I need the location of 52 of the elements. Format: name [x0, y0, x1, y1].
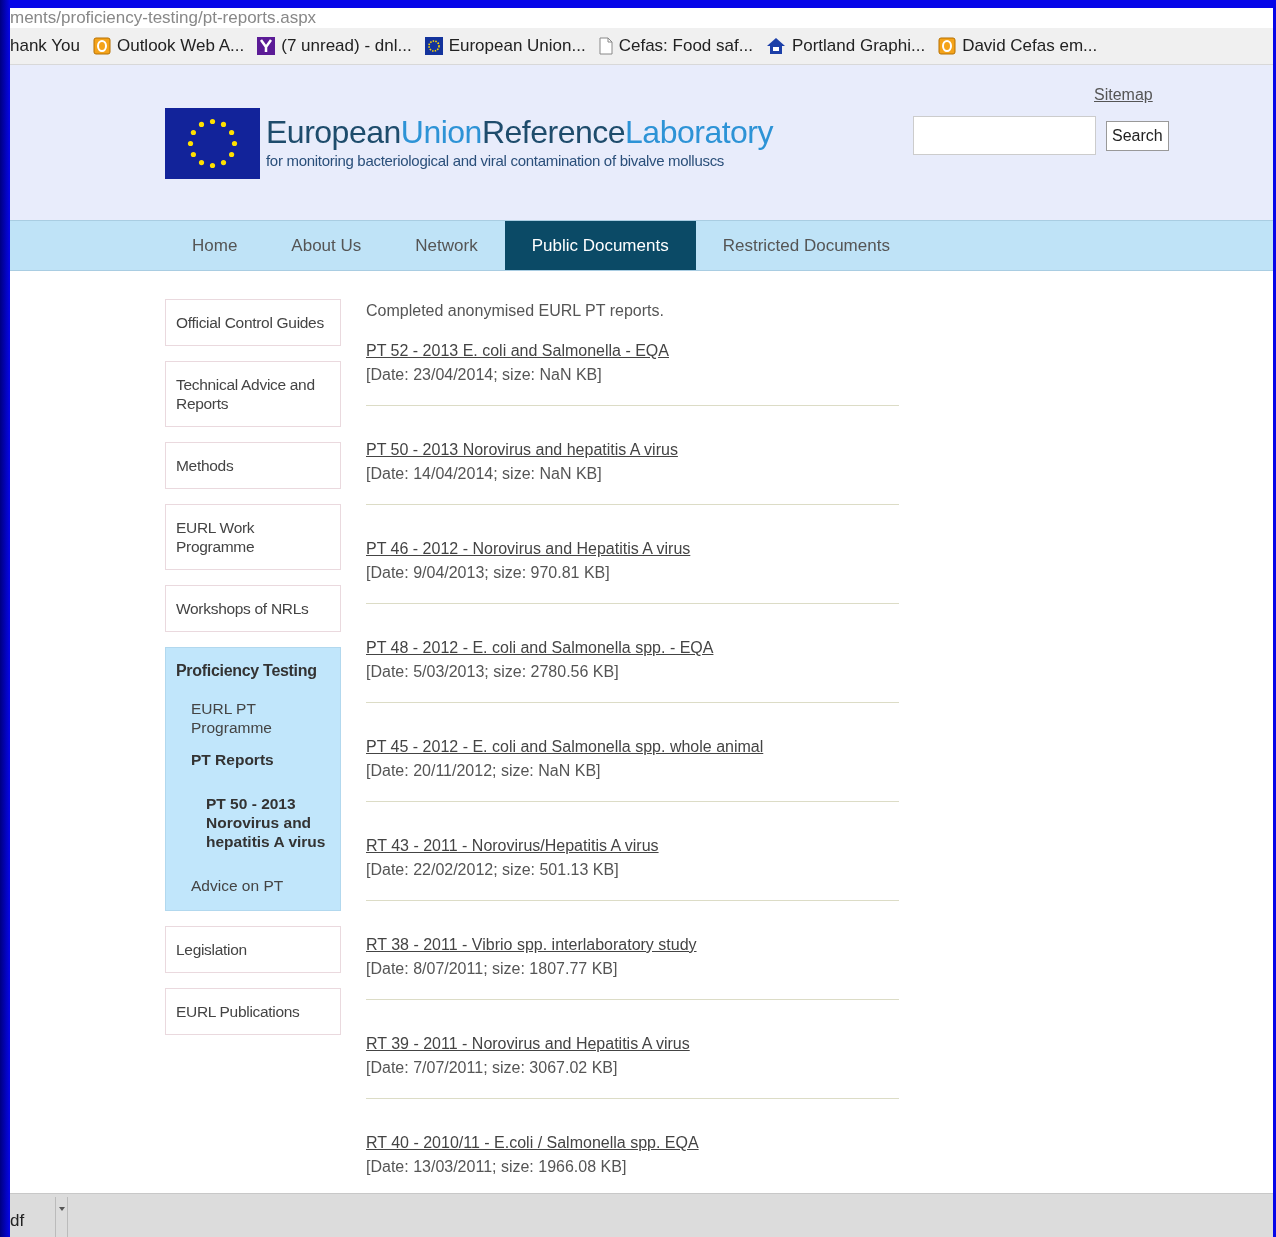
download-filename: df — [10, 1209, 25, 1232]
bookmark-link[interactable]: hank You — [10, 33, 80, 59]
flag-icon — [424, 37, 443, 55]
document-link[interactable]: RT 43 - 2011 - Norovirus/Hepatitis A virus — [366, 834, 659, 858]
document-link[interactable]: PT 52 - 2013 E. coli and Salmonella - EQA — [366, 339, 669, 363]
y-logo-icon — [257, 37, 276, 55]
document-link[interactable]: RT 40 - 2010/11 - E.coli / Salmonella spp. EQA — [366, 1131, 699, 1155]
document-link[interactable]: RT 39 - 2011 - Norovirus and Hepatitis A virus — [366, 1032, 690, 1056]
site-title: EuropeanUnionReferenceLaboratory — [266, 114, 773, 151]
bookmark-link[interactable]: (7 unread) - dnl... — [257, 33, 412, 59]
page-icon — [598, 37, 613, 55]
document-info: [Date: 14/04/2014; size: NaN KB] — [366, 464, 603, 484]
document-info: [Date: 7/07/2011; size: 3067.02 KB] — [366, 1058, 619, 1078]
bookmark-link[interactable]: Outlook Web A... — [92, 33, 245, 59]
sidebar-subitem[interactable]: PT 50 - 2013 Norovirus and hepatitis A virus — [176, 794, 330, 851]
document-link[interactable]: PT 48 - 2012 - E. coli and Salmonella spp. - EQA — [366, 636, 714, 660]
document-link[interactable]: PT 50 - 2013 Norovirus and hepatitis A virus — [366, 438, 678, 462]
document-info: [Date: 9/04/2013; size: 970.81 KB] — [366, 563, 611, 583]
sidebar-item[interactable]: Proficiency Testing — [176, 661, 330, 680]
address-url[interactable]: ments/proficiency-testing/pt-reports.aspx — [10, 8, 317, 28]
document-link[interactable]: PT 46 - 2012 - Norovirus and Hepatitis A virus — [366, 537, 691, 561]
document-link[interactable]: RT 38 - 2011 - Vibrio spp. interlaboratory study — [366, 933, 697, 957]
document-info: [Date: 13/03/2011; size: 1966.08 KB] — [366, 1157, 628, 1177]
download-item[interactable]: df — [10, 1197, 56, 1237]
bookmark-link[interactable]: Cefas: Food saf... — [598, 33, 753, 59]
sidebar-subitem[interactable]: Advice on PT — [176, 876, 330, 895]
search-field[interactable] — [913, 116, 1096, 155]
search-button[interactable]: Search — [1106, 120, 1169, 151]
nav-tab[interactable]: Public Documents — [504, 221, 696, 270]
site-subtitle: for monitoring bacteriological and viral contamination of bivalve molluscs — [266, 151, 726, 172]
nav-tab[interactable]: Network — [388, 221, 505, 270]
house-icon — [765, 37, 786, 55]
intro-text: Completed anonymised EURL PT reports. — [366, 301, 665, 321]
bookmark-link[interactable]: David Cefas em... — [938, 33, 1098, 59]
document-info: [Date: 8/07/2011; size: 1807.77 KB] — [366, 959, 619, 979]
nav-tab[interactable]: Restricted Documents — [695, 221, 917, 270]
document-info: [Date: 22/02/2012; size: 501.13 KB] — [366, 860, 620, 880]
document-info: [Date: 23/04/2014; size: NaN KB] — [366, 365, 603, 385]
nav-tab[interactable]: Home — [165, 221, 265, 270]
document-info: [Date: 5/03/2013; size: 2780.56 KB] — [366, 662, 620, 682]
bookmark-link[interactable]: European Union... — [424, 33, 586, 59]
download-menu-button[interactable] — [56, 1197, 68, 1237]
mail-app-icon — [938, 37, 957, 55]
document-info: [Date: 20/11/2012; size: NaN KB] — [366, 761, 602, 781]
bookmark-link[interactable]: Portland Graphi... — [765, 33, 926, 59]
sitemap-link[interactable]: Sitemap — [1094, 83, 1153, 107]
document-link[interactable]: PT 45 - 2012 - E. coli and Salmonella spp. whole animal — [366, 735, 764, 759]
sidebar-subitem[interactable]: EURL PT Programme — [176, 699, 330, 737]
caret-icon — [58, 1207, 65, 1211]
sidebar-subitem[interactable]: PT Reports — [176, 750, 330, 769]
mail-app-icon — [92, 37, 111, 55]
nav-tab[interactable]: About Us — [264, 221, 389, 270]
